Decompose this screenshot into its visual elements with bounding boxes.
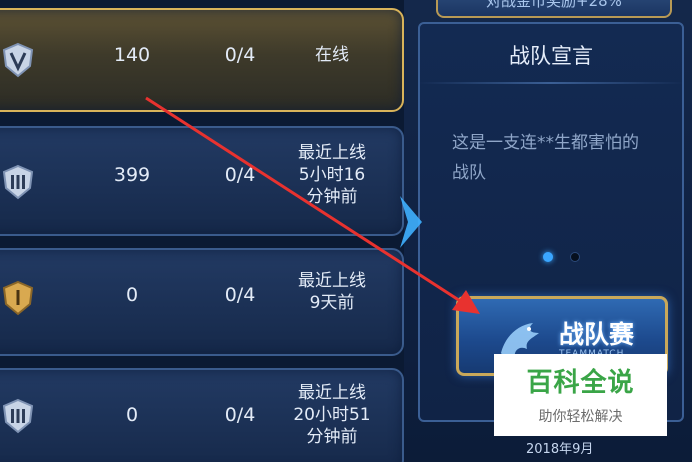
status-line: 在线 (315, 45, 349, 65)
reward-banner: 对战金币奖励+28% (436, 0, 672, 18)
team-score: 0 (125, 284, 139, 306)
status-line: 20小时51 (293, 405, 371, 425)
team-members: 0/4 (224, 164, 256, 186)
chevron-right-icon[interactable] (396, 192, 426, 252)
team-row[interactable]: 0 0/4 最近上线 20小时51 分钟前 (0, 368, 404, 462)
team-row[interactable]: 140 0/4 在线 (0, 8, 404, 112)
rank-v-shield-icon (2, 42, 34, 78)
status-line: 最近上线 (298, 383, 366, 403)
status-line: 分钟前 (306, 427, 358, 447)
status-line: 9天前 (309, 293, 355, 313)
watermark-subtitle: 助你轻松解决 (538, 409, 623, 425)
team-members: 0/4 (224, 44, 256, 66)
team-match-label: 战队赛 (559, 320, 635, 349)
page-dot-active[interactable] (543, 252, 553, 262)
divider (418, 82, 684, 84)
team-score: 0 (125, 404, 139, 426)
watermark-title: 百科全说 (526, 368, 635, 398)
team-score: 399 (113, 164, 151, 186)
online-status: 最近上线 9天前 (282, 270, 382, 314)
page-dot[interactable] (570, 252, 580, 262)
team-row[interactable]: 0 0/4 最近上线 9天前 (0, 248, 404, 356)
status-line: 分钟前 (306, 187, 358, 207)
online-status: 在线 (282, 44, 382, 66)
status-line: 最近上线 (298, 143, 366, 163)
online-status: 最近上线 20小时51 分钟前 (282, 382, 382, 448)
panel-title: 战队宣言 (509, 44, 593, 68)
founded-date: 2018年9月 (526, 442, 594, 457)
team-score: 140 (113, 44, 151, 66)
online-status: 最近上线 5小时16 分钟前 (282, 142, 382, 208)
rank-iii-shield-icon (2, 398, 34, 434)
status-line: 最近上线 (298, 271, 366, 291)
rank-i-gold-shield-icon (2, 280, 34, 316)
status-line: 5小时16 (298, 165, 366, 185)
team-row[interactable]: 399 0/4 最近上线 5小时16 分钟前 (0, 126, 404, 236)
watermark: 百科全说 助你轻松解决 (494, 354, 667, 436)
team-declaration: 这是一支连**生都害怕的战队 (452, 133, 639, 183)
team-members: 0/4 (224, 404, 256, 426)
team-members: 0/4 (224, 284, 256, 306)
rank-iii-shield-icon (2, 164, 34, 200)
team-list: 140 0/4 在线 399 0/4 最近上线 5小时16 分钟前 0 0/4 … (0, 0, 404, 462)
